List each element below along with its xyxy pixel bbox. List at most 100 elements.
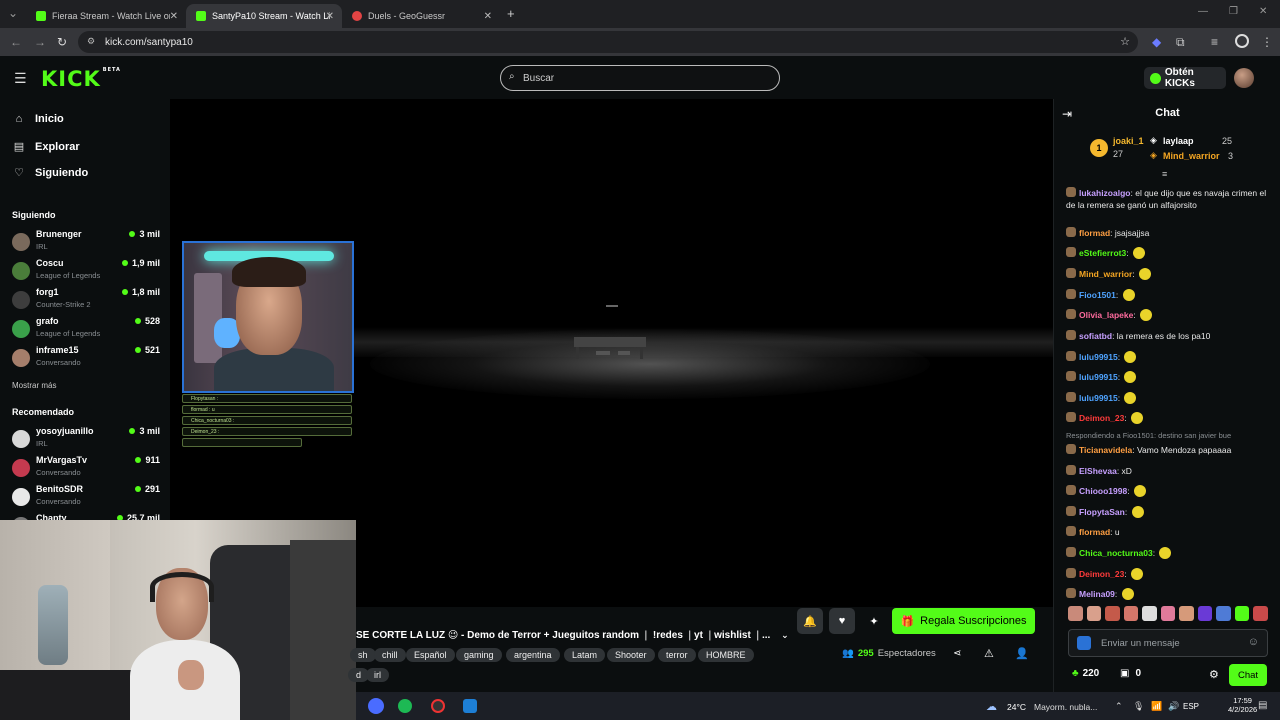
chevron-down-icon[interactable]: ⌄ — [781, 630, 789, 640]
hamburger-menu-icon[interactable]: ☰ — [14, 70, 27, 87]
tag-irl[interactable]: irl — [366, 668, 389, 682]
tag-latam[interactable]: Latam — [564, 648, 606, 662]
emote-icon[interactable] — [1179, 606, 1194, 621]
back-icon[interactable]: ← — [10, 35, 22, 49]
tag-español[interactable]: Español — [406, 648, 455, 662]
emote-icon[interactable] — [1197, 606, 1213, 621]
chat-message[interactable]: Chica_nocturna03: — [1066, 547, 1276, 559]
tag-shooter[interactable]: Shooter — [607, 648, 655, 662]
share-icon[interactable]: ⋖ — [953, 648, 961, 659]
tag-gaming[interactable]: gaming — [456, 648, 502, 662]
chat-username[interactable]: lulu99915 — [1079, 372, 1118, 382]
tray-chevron-icon[interactable]: ⌃ — [1115, 701, 1123, 712]
emote-icon[interactable] — [1142, 606, 1157, 621]
emote-icon[interactable] — [1105, 606, 1120, 621]
close-window-icon[interactable]: ✕ — [1259, 6, 1267, 17]
chat-username[interactable]: Mind_warrior — [1079, 269, 1132, 279]
new-tab-button[interactable]: + — [507, 6, 515, 21]
chat-message[interactable]: ElShevaa: xD — [1066, 465, 1276, 477]
sidebar-channel-yosoyjuanillo[interactable]: yosoyjuanillo IRL 3 mil — [12, 426, 160, 454]
chat-message[interactable]: Deimon_23: — [1066, 412, 1276, 424]
forward-icon[interactable]: → — [34, 35, 46, 49]
url-field[interactable]: ⚙ kick.com/santypa10 ☆ — [78, 31, 1138, 53]
chat-message[interactable]: Deimon_23: — [1066, 568, 1276, 580]
language-indicator[interactable]: ESP — [1183, 702, 1199, 711]
chat-message-input[interactable]: Enviar un mensaje ☺ — [1068, 629, 1268, 657]
chrome-taskbar-icon[interactable] — [368, 698, 384, 714]
tab-geoguessr[interactable]: Duels - GeoGuessr ✕ — [342, 4, 500, 28]
chat-username[interactable]: ElShevaa — [1079, 466, 1117, 476]
chat-username[interactable]: Fioo1501 — [1079, 290, 1116, 300]
chat-message[interactable]: Melina09: — [1066, 588, 1276, 600]
emote-icon[interactable] — [1086, 606, 1102, 621]
get-kicks-button[interactable]: Obtén KICKs — [1144, 67, 1226, 89]
chat-username[interactable]: Deimon_23 — [1079, 413, 1124, 423]
user-avatar[interactable] — [1234, 68, 1254, 88]
chat-settings-icon[interactable]: ⚙ — [1209, 668, 1219, 681]
chat-username[interactable]: lukahizoalgo — [1079, 188, 1130, 198]
sidebar-channel-coscu[interactable]: Coscu League of Legends 1,9 mil — [12, 258, 160, 286]
close-tab-icon[interactable]: ✕ — [326, 11, 334, 22]
notifications-button[interactable]: 🔔 — [797, 608, 823, 634]
sidebar-channel-inframe15[interactable]: inframe15 Conversando 521 — [12, 345, 160, 373]
chat-message[interactable]: FlopytaSan: — [1066, 506, 1276, 518]
chat-username[interactable]: flormad — [1079, 228, 1110, 238]
sidebar-channel-chapty[interactable]: Chapty 25,7 mil — [12, 513, 160, 520]
extensions-puzzle-icon[interactable]: ⧉ — [1176, 35, 1185, 50]
notifications-icon[interactable]: ▤ — [1258, 700, 1267, 711]
chat-username[interactable]: Olivia_lapeke — [1079, 310, 1133, 320]
search-input[interactable]: ⌕ Buscar — [500, 65, 780, 91]
chat-username[interactable]: flormad — [1079, 527, 1110, 537]
outlook-taskbar-icon[interactable] — [463, 699, 477, 713]
chat-message[interactable]: eStefierrot3: — [1066, 247, 1276, 259]
emote-icon[interactable] — [1160, 606, 1176, 621]
expand-leaderboard-icon[interactable]: ≡ — [1162, 169, 1167, 179]
emote-icon[interactable] — [1068, 606, 1083, 621]
chat-message[interactable]: Chiooo1998: — [1066, 485, 1276, 497]
nav-siguiendo[interactable]: ♡ Siguiendo — [12, 166, 88, 180]
show-more-link[interactable]: Mostrar más — [12, 381, 56, 390]
sidebar-channel-mrvargastv[interactable]: MrVargasTv Conversando 911 — [12, 455, 160, 483]
chat-message[interactable]: lulu99915: — [1066, 351, 1276, 363]
chat-message[interactable]: Ticianavidela: Vamo Mendoza papaaaa — [1066, 444, 1276, 456]
chat-message[interactable]: flormad: u — [1066, 526, 1276, 538]
nav-explorar[interactable]: ▤ Explorar — [12, 140, 80, 154]
microphone-icon[interactable]: 🎙 — [1133, 701, 1144, 712]
chat-username[interactable]: eStefierrot3 — [1079, 248, 1126, 258]
chat-message[interactable]: Mind_warrior: — [1066, 268, 1276, 280]
chat-username[interactable]: sofiatbd — [1079, 331, 1112, 341]
chat-message[interactable]: flormad: jsajsajjsa — [1066, 227, 1276, 239]
report-icon[interactable]: ⚠ — [984, 647, 994, 660]
tag-hombre[interactable]: HOMBRE — [698, 648, 754, 662]
chat-username[interactable]: Melina09 — [1079, 589, 1115, 599]
sidebar-channel-benitosdr[interactable]: BenitoSDR Conversando 291 — [12, 484, 160, 512]
chat-username[interactable]: Ticianavidela — [1079, 445, 1132, 455]
channel-points[interactable]: ♣ 220 — [1072, 668, 1099, 679]
speaker-icon[interactable]: 🔊 — [1168, 701, 1179, 712]
browser-menu-icon[interactable]: ⋮ — [1261, 35, 1273, 49]
tag-sh[interactable]: sh — [350, 648, 376, 662]
obs-taskbar-icon[interactable] — [431, 699, 445, 713]
profile-icon[interactable] — [1235, 34, 1249, 48]
tag-terror[interactable]: terror — [658, 648, 696, 662]
chat-message[interactable]: lulu99915: — [1066, 371, 1276, 383]
emote-picker-icon[interactable] — [1077, 636, 1091, 650]
chat-message[interactable]: sofiatbd: la remera es de los pa10 — [1066, 330, 1276, 342]
maximize-icon[interactable]: ❐ — [1229, 6, 1238, 17]
sidebar-channel-brunenger[interactable]: Brunenger IRL 3 mil — [12, 229, 160, 257]
chat-message[interactable]: Fioo1501: — [1066, 289, 1276, 301]
highlight-button[interactable]: ✦ — [861, 608, 887, 634]
tab-santypa10[interactable]: SantyPa10 Stream - Watch Live ✕ — [186, 4, 342, 28]
emoji-icon[interactable]: ☺ — [1248, 636, 1259, 648]
tab-list-icon[interactable]: ⌄ — [8, 6, 18, 20]
chat-username[interactable]: Deimon_23 — [1079, 569, 1124, 579]
gift-counter[interactable]: ▣ 0 — [1120, 668, 1141, 679]
bookmark-star-icon[interactable]: ☆ — [1120, 35, 1130, 48]
chat-message[interactable]: lukahizoalgo: el que dijo que es navaja … — [1066, 187, 1276, 211]
sidebar-channel-grafo[interactable]: grafo League of Legends 528 — [12, 316, 160, 344]
nav-inicio[interactable]: ⌂ Inicio — [12, 113, 64, 125]
chat-username[interactable]: lulu99915 — [1079, 352, 1118, 362]
chat-username[interactable]: Chiooo1998 — [1079, 486, 1127, 496]
minimize-icon[interactable]: — — [1198, 6, 1208, 17]
chat-send-button[interactable]: Chat — [1229, 664, 1267, 686]
